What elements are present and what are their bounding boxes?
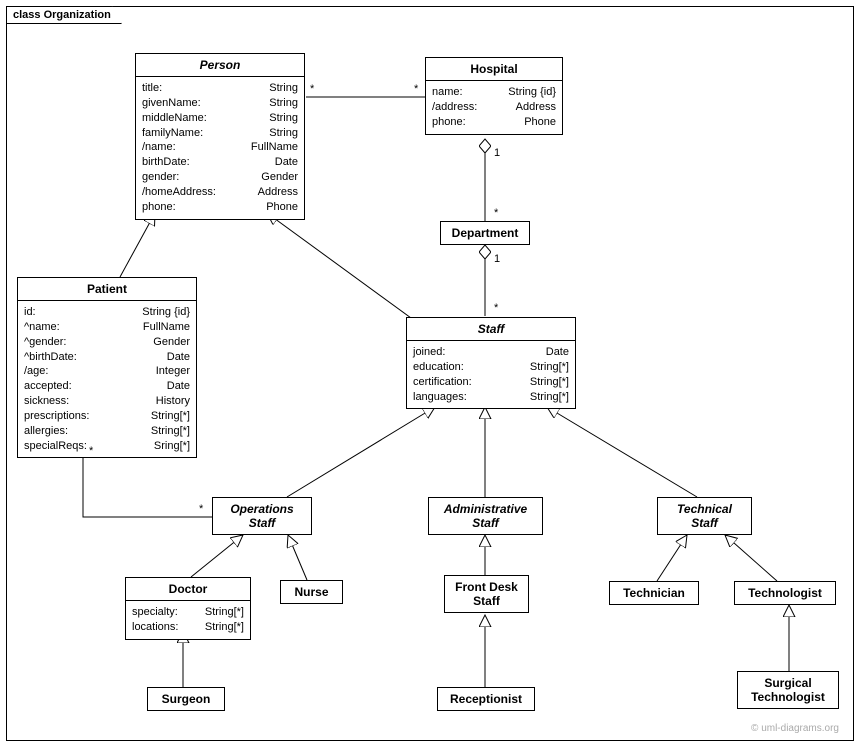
class-hospital: Hospital name:String {id} /address:Addre… (425, 57, 563, 135)
class-receptionist: Receptionist (437, 687, 535, 711)
class-surgeon: Surgeon (147, 687, 225, 711)
class-title: Administrative Staff (429, 498, 542, 534)
multiplicity: * (414, 83, 418, 95)
class-staff: Staff joined:Date education:String[*] ce… (406, 317, 576, 409)
class-title: Receptionist (438, 688, 534, 710)
class-title: Surgeon (148, 688, 224, 710)
class-title: Technical Staff (658, 498, 751, 534)
class-department: Department (440, 221, 530, 245)
multiplicity: * (89, 445, 93, 457)
class-title: Surgical Technologist (738, 672, 838, 708)
class-title: Person (136, 54, 304, 77)
class-patient: Patient id:String {id} ^name:FullName ^g… (17, 277, 197, 458)
class-attrs: specialty:String[*] locations:String[*] (126, 601, 250, 639)
class-surgical-technologist: Surgical Technologist (737, 671, 839, 709)
class-title: Technologist (735, 582, 835, 604)
class-title: Operations Staff (213, 498, 311, 534)
class-technologist: Technologist (734, 581, 836, 605)
class-attrs: joined:Date education:String[*] certific… (407, 341, 575, 408)
multiplicity: * (494, 302, 498, 314)
class-nurse: Nurse (280, 580, 343, 604)
class-title: Nurse (281, 581, 342, 603)
multiplicity: 1 (494, 253, 500, 265)
class-title: Hospital (426, 58, 562, 81)
frame-title: class Organization (6, 6, 122, 24)
class-administrative-staff: Administrative Staff (428, 497, 543, 535)
class-technical-staff: Technical Staff (657, 497, 752, 535)
diagram-frame: class Organization (6, 6, 854, 741)
watermark: © uml-diagrams.org (751, 723, 839, 734)
class-title: Technician (610, 582, 698, 604)
class-doctor: Doctor specialty:String[*] locations:Str… (125, 577, 251, 640)
class-attrs: id:String {id} ^name:FullName ^gender:Ge… (18, 301, 196, 457)
class-title: Department (441, 222, 529, 244)
class-title: Front Desk Staff (445, 576, 528, 612)
class-front-desk-staff: Front Desk Staff (444, 575, 529, 613)
class-title: Doctor (126, 578, 250, 601)
class-technician: Technician (609, 581, 699, 605)
multiplicity: * (199, 503, 203, 515)
multiplicity: * (310, 83, 314, 95)
multiplicity: * (494, 207, 498, 219)
class-attrs: title:String givenName:String middleName… (136, 77, 304, 219)
class-title: Staff (407, 318, 575, 341)
class-title: Patient (18, 278, 196, 301)
class-operations-staff: Operations Staff (212, 497, 312, 535)
multiplicity: 1 (494, 147, 500, 159)
class-person: Person title:String givenName:String mid… (135, 53, 305, 220)
class-attrs: name:String {id} /address:Address phone:… (426, 81, 562, 134)
